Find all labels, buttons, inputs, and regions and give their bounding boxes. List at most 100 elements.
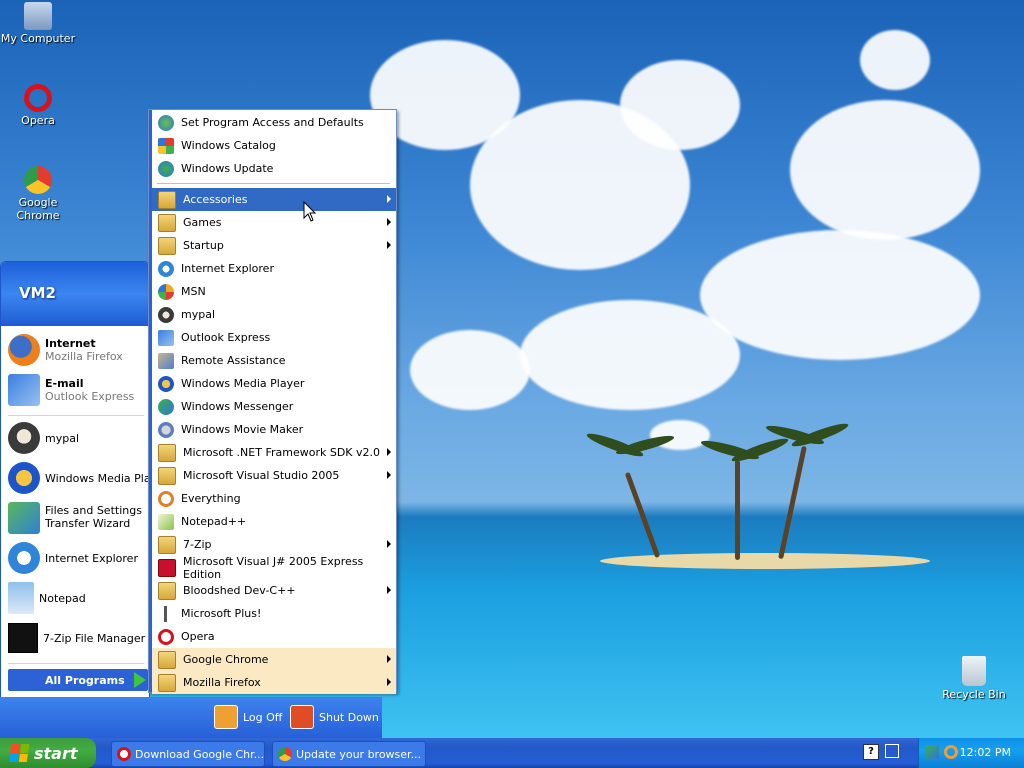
menu-item-bloodshed-devcpp[interactable]: Bloodshed Dev-C++ — [152, 579, 396, 602]
recent-files-settings-transfer[interactable]: Files and Settings Transfer Wizard — [8, 499, 148, 537]
menu-item-label: Remote Assistance — [181, 354, 286, 367]
submenu-arrow-icon — [387, 586, 391, 594]
menu-item-mypal[interactable]: mypal — [152, 303, 396, 326]
folder-icon — [158, 213, 176, 232]
opera-icon — [24, 84, 52, 112]
menu-item-label: Internet Explorer — [181, 262, 274, 275]
all-programs-label: All Programs — [45, 673, 125, 687]
menu-item-dotnet-sdk[interactable]: Microsoft .NET Framework SDK v2.0 — [152, 441, 396, 464]
recent-item-label: 7-Zip File Manager — [43, 631, 146, 645]
menu-item-7zip[interactable]: 7-Zip — [152, 533, 396, 556]
menu-item-internet-explorer[interactable]: Internet Explorer — [152, 257, 396, 280]
computer-icon — [24, 2, 52, 30]
desktop-icon-label: My Computer — [0, 32, 76, 45]
recent-item-label: Notepad — [39, 591, 86, 605]
shut-down-button[interactable]: Shut Down — [290, 705, 379, 729]
microsoft-plus-icon — [158, 605, 174, 622]
recent-item-label: Windows Media Player — [45, 471, 148, 485]
msn-butterfly-icon — [158, 283, 174, 300]
opera-icon — [117, 747, 131, 761]
recent-internet-explorer[interactable]: Internet Explorer — [8, 539, 148, 577]
menu-item-visual-studio-2005[interactable]: Microsoft Visual Studio 2005 — [152, 464, 396, 487]
all-programs-button[interactable]: All Programs — [8, 669, 148, 691]
user-name: VM2 — [19, 284, 56, 302]
menu-item-label: Windows Messenger — [181, 400, 294, 413]
menu-item-windows-messenger[interactable]: Windows Messenger — [152, 395, 396, 418]
windows-flag-icon — [8, 744, 30, 762]
menu-item-visual-jsharp[interactable]: Microsoft Visual J# 2005 Express Edition — [152, 555, 396, 581]
start-label: start — [34, 743, 78, 763]
chrome-icon — [278, 747, 292, 761]
outlook-express-icon — [8, 374, 40, 406]
menu-item-google-chrome[interactable]: Google Chrome — [152, 648, 396, 671]
recent-mypal[interactable]: mypal — [8, 419, 148, 457]
menu-item-label: mypal — [181, 308, 216, 321]
pinned-subtitle: Mozilla Firefox — [45, 350, 123, 363]
menu-item-games[interactable]: Games — [152, 211, 396, 234]
desktop-icon-label: Google Chrome — [16, 196, 60, 222]
desktop-icon-google-chrome[interactable]: Google Chrome — [0, 166, 78, 222]
taskbar-button-download-chrome[interactable]: Download Google Chr... — [111, 741, 265, 767]
recent-notepad[interactable]: Notepad — [8, 579, 148, 617]
key-icon — [214, 705, 238, 729]
cloud — [860, 30, 930, 90]
menu-item-microsoft-plus[interactable]: Microsoft Plus! — [152, 602, 396, 625]
menu-separator — [157, 183, 390, 184]
menu-item-label: Windows Media Player — [181, 377, 305, 390]
menu-item-remote-assistance[interactable]: Remote Assistance — [152, 349, 396, 372]
submenu-arrow-icon — [387, 241, 391, 249]
menu-item-label: Mozilla Firefox — [183, 676, 261, 689]
desktop-icon-my-computer[interactable]: My Computer — [0, 2, 78, 45]
pinned-title: Internet — [45, 337, 96, 350]
menu-item-windows-movie-maker[interactable]: Windows Movie Maker — [152, 418, 396, 441]
recycle-bin-icon — [962, 656, 986, 686]
menu-item-windows-catalog[interactable]: Windows Catalog — [152, 134, 396, 157]
start-menu-separator — [8, 663, 144, 664]
menu-item-mozilla-firefox[interactable]: Mozilla Firefox — [152, 671, 396, 694]
cloud — [700, 230, 980, 360]
recent-windows-media-player[interactable]: Windows Media Player — [8, 459, 148, 497]
all-programs-menu: Set Program Access and Defaults Windows … — [148, 109, 397, 694]
visual-jsharp-icon — [158, 558, 176, 577]
folder-icon — [158, 673, 176, 692]
desktop-icon-recycle-bin[interactable]: Recycle Bin — [934, 656, 1014, 701]
pinned-internet[interactable]: Internet Mozilla Firefox — [8, 331, 148, 369]
taskbar-button-update-browser[interactable]: Update your browser... — [272, 741, 426, 767]
start-button[interactable]: start — [0, 738, 96, 768]
firefox-icon — [8, 334, 40, 366]
recent-7zip[interactable]: 7-Zip File Manager — [8, 619, 148, 657]
movie-maker-icon — [158, 421, 174, 438]
menu-item-outlook-express[interactable]: Outlook Express — [152, 326, 396, 349]
opera-icon — [158, 628, 174, 645]
menu-item-startup[interactable]: Startup — [152, 234, 396, 257]
restore-windows-icon[interactable] — [885, 744, 899, 758]
menu-item-windows-media-player[interactable]: Windows Media Player — [152, 372, 396, 395]
menu-item-windows-update[interactable]: Windows Update — [152, 157, 396, 180]
notepad-plus-plus-icon — [158, 513, 174, 530]
menu-item-set-program-access[interactable]: Set Program Access and Defaults — [152, 111, 396, 134]
menu-item-opera[interactable]: Opera — [152, 625, 396, 648]
internet-explorer-icon — [8, 542, 40, 574]
network-icon[interactable] — [925, 745, 939, 759]
desktop-icon-opera[interactable]: Opera — [0, 84, 78, 127]
submenu-arrow-icon — [387, 448, 391, 456]
menu-item-notepad-plus-plus[interactable]: Notepad++ — [152, 510, 396, 533]
menu-item-msn[interactable]: MSN — [152, 280, 396, 303]
media-player-icon — [8, 462, 40, 494]
menu-item-everything[interactable]: Everything — [152, 487, 396, 510]
pinned-subtitle: Outlook Express — [45, 390, 135, 403]
folder-icon — [158, 535, 176, 554]
menu-item-label: Microsoft Plus! — [181, 607, 262, 620]
palm-trunk — [624, 471, 661, 559]
search-tray-icon[interactable] — [944, 745, 958, 759]
cloud — [410, 330, 530, 410]
outlook-express-icon — [158, 329, 174, 346]
menu-item-label: Windows Movie Maker — [181, 423, 304, 436]
log-off-button[interactable]: Log Off — [214, 705, 282, 729]
windows-update-icon — [158, 160, 174, 177]
pinned-email[interactable]: E-mail Outlook Express — [8, 371, 148, 409]
recent-item-label: Internet Explorer — [45, 551, 138, 565]
help-icon[interactable]: ? — [863, 744, 879, 760]
menu-item-accessories[interactable]: Accessories — [152, 188, 396, 211]
chrome-icon — [24, 166, 52, 194]
